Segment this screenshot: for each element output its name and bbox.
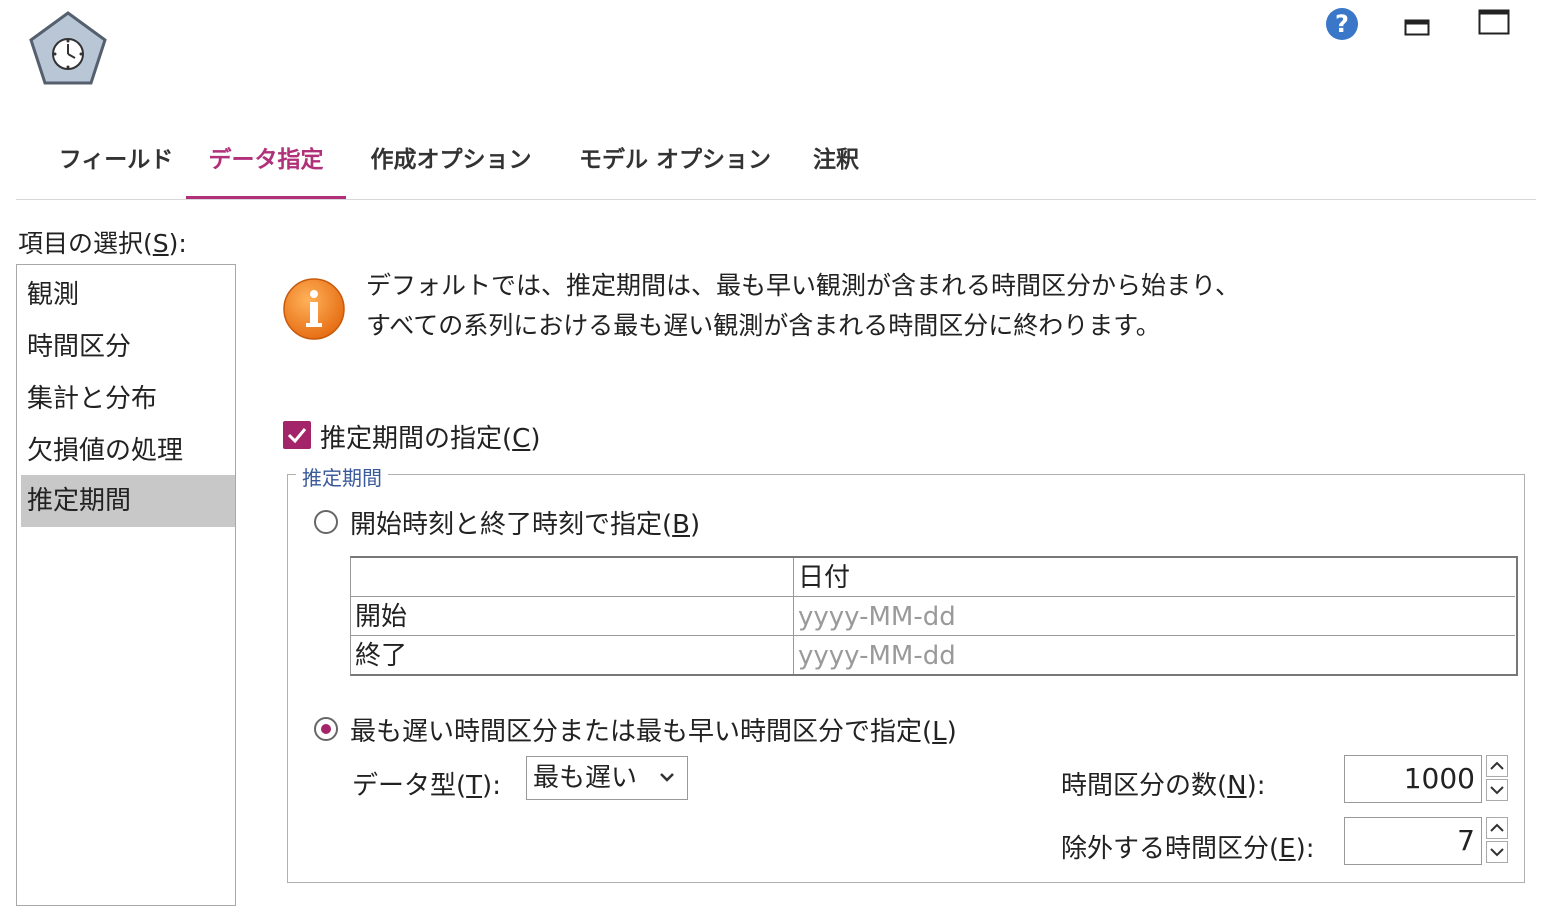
tab-annotations[interactable]: 注釈 (802, 132, 870, 200)
svg-text:?: ? (1335, 10, 1349, 38)
date-table: 日付 開始 yyyy-MM-dd 終了 yyyy-MM-dd (350, 556, 1518, 676)
datatype-label: データ型(T): (352, 771, 501, 801)
restore-window-icon[interactable] (1404, 16, 1430, 36)
tab-bar: フィールド データ指定 作成オプション モデル オプション 注釈 (16, 132, 1536, 202)
item-selection-list: 観測 時間区分 集計と分布 欠損値の処理 推定期間 (16, 264, 236, 906)
item-selection-label: 項目の選択(S): (18, 229, 187, 258)
start-end-radio-label[interactable]: 開始時刻と終了時刻で指定(B) (350, 504, 700, 541)
spin-down-icon[interactable] (1486, 779, 1508, 801)
spin-down-icon[interactable] (1486, 841, 1508, 863)
spin-up-icon[interactable] (1486, 817, 1508, 839)
exclude-periods-label: 除外する時間区分(E): (1061, 834, 1315, 864)
tab-model-options[interactable]: モデル オプション (566, 132, 784, 200)
num-periods-input[interactable]: 1000 (1344, 755, 1482, 803)
spin-up-icon[interactable] (1486, 755, 1508, 777)
exclude-periods-input[interactable]: 7 (1344, 817, 1482, 865)
list-item-observations[interactable]: 観測 (21, 269, 235, 321)
table-header-date: 日付 (794, 558, 1515, 597)
tab-fields[interactable]: フィールド (36, 132, 196, 200)
tab-build-options[interactable]: 作成オプション (356, 132, 546, 200)
num-periods-label: 時間区分の数(N): (1061, 771, 1266, 801)
end-date-field[interactable]: yyyy-MM-dd (794, 636, 1515, 674)
list-item-aggregation[interactable]: 集計と分布 (21, 373, 235, 425)
start-date-field[interactable]: yyyy-MM-dd (794, 597, 1515, 636)
info-message: デフォルトでは、推定期間は、最も早い観測が含まれる時間区分から始まり、 すべての… (366, 266, 1366, 346)
info-icon (283, 278, 345, 340)
latest-earliest-radio-label[interactable]: 最も遅い時間区分または最も早い時間区分で指定(L) (350, 711, 957, 748)
list-item-missing-values[interactable]: 欠損値の処理 (21, 425, 235, 477)
start-end-radio[interactable] (314, 510, 338, 534)
table-row-start-label: 開始 (351, 597, 794, 636)
datatype-select[interactable]: 最も遅い (526, 756, 688, 800)
specify-period-label[interactable]: 推定期間の指定(C) (320, 418, 540, 455)
help-icon[interactable]: ? (1324, 6, 1360, 42)
maximize-window-icon[interactable] (1478, 9, 1510, 35)
tab-divider (16, 199, 1536, 200)
tab-data-specification[interactable]: データ指定 (186, 132, 346, 200)
table-header-blank (351, 558, 794, 597)
info-line-1: デフォルトでは、推定期間は、最も早い観測が含まれる時間区分から始まり、 (366, 271, 1241, 300)
list-item-time-intervals[interactable]: 時間区分 (21, 321, 235, 373)
specify-period-checkbox[interactable] (283, 421, 311, 449)
list-item-estimation-period[interactable]: 推定期間 (21, 475, 235, 527)
time-series-node-icon (29, 11, 107, 85)
info-line-2: すべての系列における最も遅い観測が含まれる時間区分に終わります。 (366, 311, 1161, 340)
table-row-end-label: 終了 (351, 636, 794, 674)
checkmark-icon (287, 428, 307, 444)
datatype-value: 最も遅い (533, 763, 638, 793)
estimation-period-legend: 推定期間 (296, 462, 388, 491)
latest-earliest-radio[interactable] (314, 717, 338, 741)
chevron-down-icon (660, 773, 674, 782)
